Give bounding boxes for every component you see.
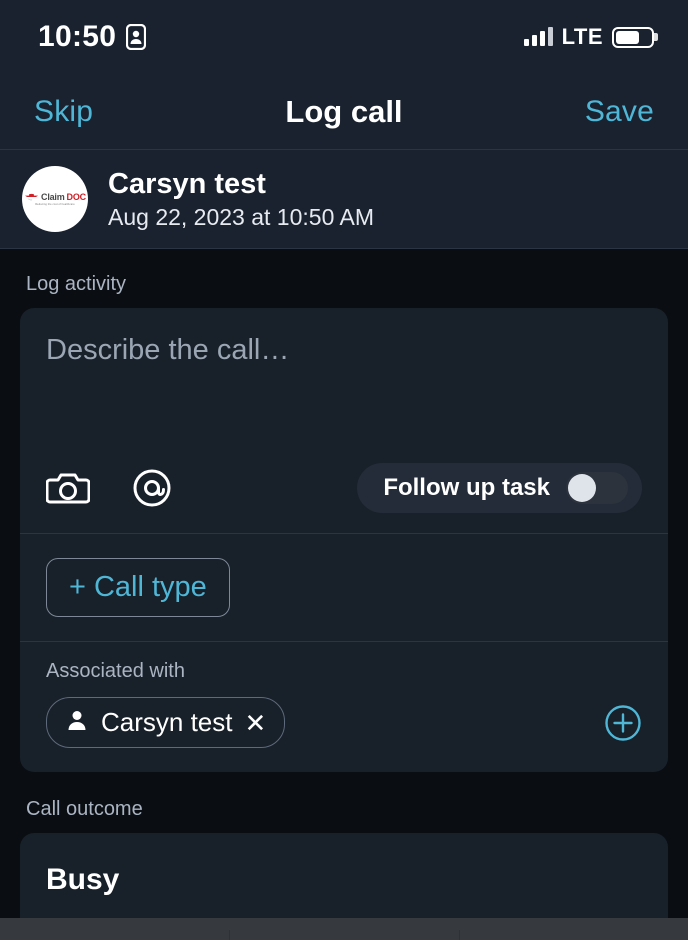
id-badge-icon: [126, 23, 147, 51]
skip-button[interactable]: Skip: [34, 95, 93, 129]
logo-text-claim: Claim: [41, 192, 65, 202]
save-button[interactable]: Save: [585, 95, 654, 129]
associated-contact-chip[interactable]: Carsyn test ✕: [46, 697, 286, 748]
add-association-button[interactable]: [604, 704, 642, 742]
contact-info: Carsyn test Aug 22, 2023 at 10:50 AM: [108, 168, 374, 231]
network-type-label: LTE: [561, 24, 603, 49]
at-mention-icon[interactable]: [132, 468, 172, 508]
add-call-type-button[interactable]: + Call type: [46, 558, 230, 617]
logo-tagline: Reducing the cost of healthcare: [35, 203, 75, 206]
call-type-section: + Call type: [20, 534, 668, 642]
battery-icon: [612, 26, 658, 48]
camera-icon[interactable]: [46, 470, 90, 506]
page-title: Log call: [285, 93, 403, 129]
avatar: Claim DOC Reducing the cost of healthcar…: [22, 166, 88, 232]
form-body: Log activity Describe the call… Follow u…: [0, 249, 688, 937]
follow-up-task-label: Follow up task: [383, 474, 550, 501]
status-bar-right: LTE: [523, 24, 658, 50]
call-outcome-label: Call outcome: [26, 798, 143, 820]
follow-up-task-toggle[interactable]: Follow up task: [357, 463, 642, 513]
navigation-bar: Skip Log call Save: [0, 74, 688, 150]
associated-with-label: Associated with: [46, 660, 185, 682]
call-outcome-value: Busy: [46, 863, 120, 896]
contact-datetime: Aug 22, 2023 at 10:50 AM: [108, 203, 374, 230]
keyboard-top-strip: [0, 918, 688, 940]
status-bar: 10:50 LTE: [0, 0, 688, 74]
mobile-screen: 10:50 LTE Skip Log call Save Claim DOC R…: [0, 0, 688, 940]
call-outcome-section: Call outcome Busy: [20, 798, 668, 937]
note-section: Describe the call… Follow up task: [20, 308, 668, 534]
status-bar-left: 10:50: [38, 20, 147, 54]
contact-header[interactable]: Claim DOC Reducing the cost of healthcar…: [0, 150, 688, 249]
logo-text-doc: DOC: [66, 192, 87, 202]
call-type-label: Call type: [93, 571, 207, 603]
log-activity-card: Describe the call… Follow up task + Call…: [20, 308, 668, 772]
remove-contact-icon[interactable]: ✕: [245, 710, 267, 736]
note-toolbar: Follow up task: [46, 463, 642, 533]
signal-bars-icon: [523, 27, 553, 46]
call-type-plus-icon: +: [69, 571, 86, 603]
log-activity-label: Log activity: [26, 273, 127, 295]
caduceus-icon: [25, 193, 39, 200]
follow-up-switch[interactable]: [566, 472, 628, 504]
associated-with-section: Associated with Carsyn test ✕: [20, 642, 668, 772]
contact-name: Carsyn test: [108, 167, 266, 200]
associated-with-row: Carsyn test ✕: [46, 697, 642, 748]
person-icon: [65, 708, 89, 737]
note-tool-icons: [46, 468, 172, 508]
note-input[interactable]: Describe the call…: [46, 334, 642, 367]
status-time: 10:50: [38, 20, 117, 53]
claimdoc-logo: Claim DOC: [24, 192, 86, 202]
associated-contact-name: Carsyn test: [101, 707, 233, 737]
